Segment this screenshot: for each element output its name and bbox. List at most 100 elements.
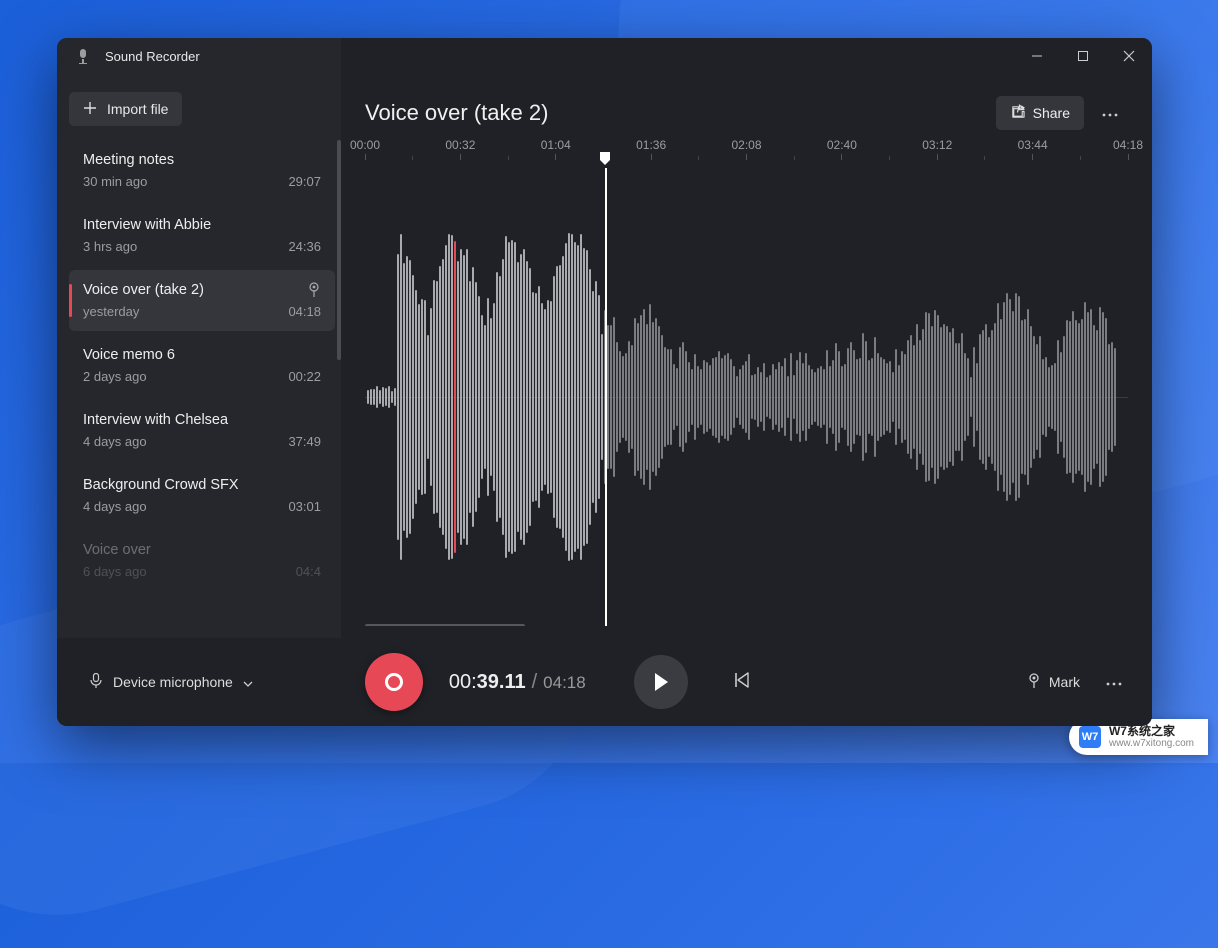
watermark-line2: www.w7xitong.com xyxy=(1109,738,1194,749)
recording-item[interactable]: Voice over (take 2)yesterday04:18 xyxy=(69,270,335,331)
recording-item[interactable]: Interview with Abbie3 hrs ago24:36 xyxy=(69,205,335,266)
waveform-bar xyxy=(784,358,786,437)
close-button[interactable] xyxy=(1106,38,1152,74)
waveform-bar xyxy=(982,330,984,464)
mic-label: Device microphone xyxy=(113,674,233,690)
skip-back-button[interactable] xyxy=(724,664,758,701)
waveform-bar xyxy=(367,390,369,405)
waveform-bar xyxy=(766,377,768,416)
waveform-bar xyxy=(385,388,387,405)
waveform-bar xyxy=(583,248,585,545)
ruler-tick-label: 00:00 xyxy=(350,138,380,152)
waveform-bar xyxy=(454,241,456,553)
waveform-bar xyxy=(745,361,747,432)
waveform-bar xyxy=(838,351,840,442)
waveform-bar xyxy=(472,267,474,527)
ruler-tick-label: 01:36 xyxy=(636,138,666,152)
waveform-bar xyxy=(787,376,789,419)
play-button[interactable] xyxy=(634,655,688,709)
waveform-bar xyxy=(712,358,714,436)
time-separator: / xyxy=(532,671,538,694)
waveform-bar xyxy=(1063,336,1065,459)
app-icon xyxy=(75,48,91,64)
waveform-bar xyxy=(1003,302,1005,491)
waveform-bar xyxy=(1012,311,1014,484)
recording-item-title: Interview with Chelsea xyxy=(83,412,321,428)
waveform-bar xyxy=(484,325,486,470)
waveform-area[interactable] xyxy=(365,168,1128,626)
waveform-bar xyxy=(907,340,909,454)
waveform-bar xyxy=(688,362,690,432)
waveform-bar xyxy=(1114,348,1116,446)
recording-item[interactable]: Interview with Chelsea4 days ago37:49 xyxy=(69,400,335,461)
waveform-bar xyxy=(694,354,696,441)
waveform-bar xyxy=(883,359,885,435)
waveform-bar xyxy=(652,322,654,473)
timeline-ruler[interactable]: 00:0000:3201:0401:3602:0802:4003:1203:44… xyxy=(365,138,1128,168)
waveform-bar xyxy=(589,269,591,525)
waveform-bar xyxy=(391,391,393,403)
waveform-bar xyxy=(1075,320,1077,474)
ruler-tick-label: 00:32 xyxy=(445,138,475,152)
waveform-bar xyxy=(1087,312,1089,483)
waveform-bar xyxy=(649,304,651,490)
recording-item-duration: 37:49 xyxy=(288,434,321,449)
waveform-bar xyxy=(889,361,891,432)
waveform-bar xyxy=(802,363,804,431)
waveform-bar xyxy=(520,254,522,541)
ruler-tick: 00:32 xyxy=(445,138,475,160)
waveform-bar xyxy=(775,369,777,425)
waveform-bar xyxy=(757,367,759,427)
app-title: Sound Recorder xyxy=(105,49,200,64)
ruler-tick: 00:00 xyxy=(350,138,380,160)
waveform-bar xyxy=(997,303,999,491)
waveform-bar xyxy=(685,351,687,444)
waveform-bar xyxy=(568,233,570,561)
recording-item[interactable]: Meeting notes30 min ago29:07 xyxy=(69,140,335,201)
waveform-bar xyxy=(628,341,630,453)
waveform-bar xyxy=(895,349,897,446)
horizontal-scrollbar[interactable] xyxy=(365,624,525,626)
minimize-button[interactable] xyxy=(1014,38,1060,74)
recording-item-time-ago: 4 days ago xyxy=(83,499,147,514)
recording-item[interactable]: Voice memo 62 days ago00:22 xyxy=(69,335,335,396)
waveform-bar xyxy=(496,272,498,522)
waveform-bar xyxy=(505,236,507,558)
waveform-bar xyxy=(1066,320,1068,474)
header-more-button[interactable] xyxy=(1092,98,1128,128)
waveform-bar xyxy=(529,268,531,527)
waveform-bar xyxy=(874,337,876,457)
waveform-bar xyxy=(373,389,375,406)
waveform-bar xyxy=(751,375,753,419)
mark-label: Mark xyxy=(1049,674,1080,690)
recording-item-title: Voice over xyxy=(83,542,321,558)
waveform-bar xyxy=(985,324,987,471)
playhead-line xyxy=(605,168,607,626)
playhead-handle[interactable] xyxy=(599,152,611,166)
recording-item[interactable]: Voice over6 days ago04:4 xyxy=(69,530,335,591)
recording-item-duration: 03:01 xyxy=(288,499,321,514)
waveform-bar xyxy=(910,335,912,458)
waveform-bar xyxy=(586,250,588,543)
waveform-bar xyxy=(1057,340,1059,454)
waveform-bar xyxy=(919,340,921,454)
waveform-bar xyxy=(592,291,594,504)
waveform-bar xyxy=(1048,367,1050,426)
transport-more-button[interactable] xyxy=(1096,667,1132,697)
mic-selector[interactable]: Device microphone xyxy=(77,665,265,700)
titlebar: Sound Recorder xyxy=(57,38,1152,74)
share-button[interactable]: Share xyxy=(996,96,1084,130)
waveform-bar xyxy=(478,296,480,498)
record-button[interactable] xyxy=(365,653,423,711)
maximize-button[interactable] xyxy=(1060,38,1106,74)
recording-item-duration: 00:22 xyxy=(288,369,321,384)
recording-item[interactable]: Background Crowd SFX4 days ago03:01 xyxy=(69,465,335,526)
waveform-bar xyxy=(991,330,993,463)
waveform-bar xyxy=(811,369,813,426)
import-file-button[interactable]: Import file xyxy=(69,92,182,126)
waveform-bar xyxy=(988,337,990,456)
waveform-bar xyxy=(565,243,567,551)
waveform-bar xyxy=(790,353,792,441)
waveform-bar xyxy=(847,348,849,446)
mark-button[interactable]: Mark xyxy=(1017,665,1090,700)
